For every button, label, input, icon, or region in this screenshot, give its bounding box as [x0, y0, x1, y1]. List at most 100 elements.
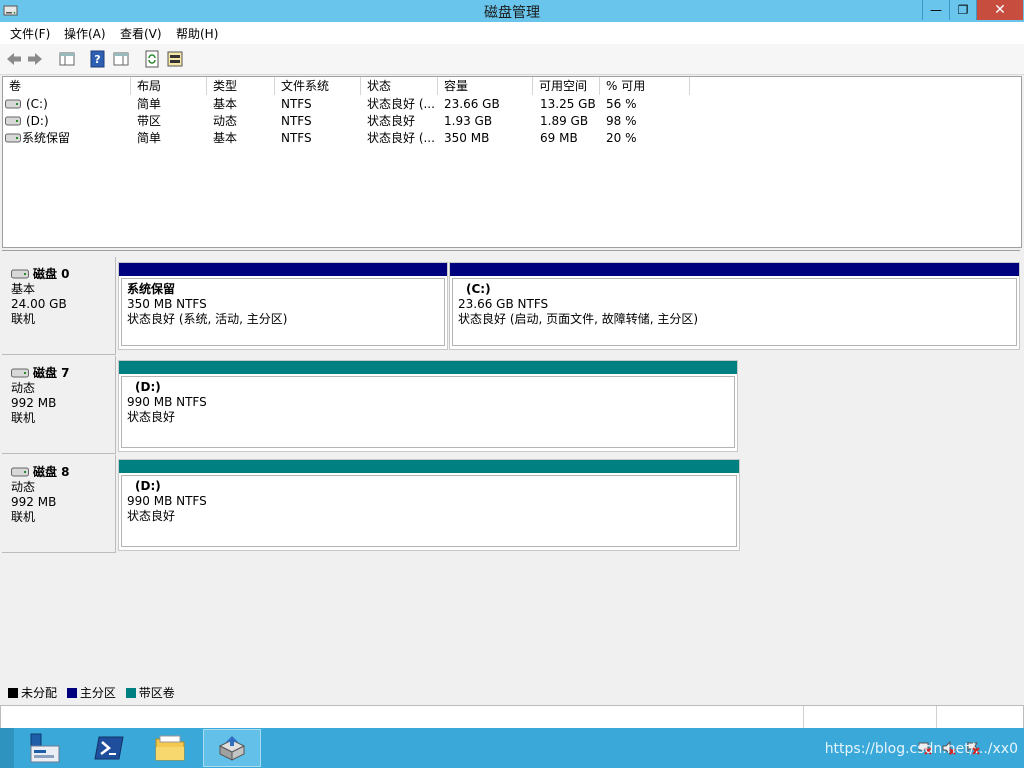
- volume-percent-free: 98 %: [606, 114, 637, 128]
- refresh-icon[interactable]: [143, 50, 161, 68]
- partition-size: 990 MB NTFS: [127, 494, 207, 508]
- minimize-button[interactable]: —: [922, 0, 949, 20]
- column-header-free-space[interactable]: 可用空间: [533, 77, 600, 95]
- partition-status: 状态良好 (系统, 活动, 主分区): [127, 312, 288, 326]
- rescan-disks-icon[interactable]: [166, 50, 184, 68]
- table-row[interactable]: [3, 113, 703, 129]
- console-tree-icon[interactable]: [58, 50, 76, 68]
- volume-percent-free: 56 %: [606, 97, 637, 111]
- start-button[interactable]: [0, 728, 14, 768]
- volume-type: 基本: [213, 97, 238, 111]
- disk-status: 联机: [11, 411, 36, 425]
- volume-filesystem: NTFS: [281, 131, 312, 145]
- partition-color-bar: [450, 263, 1019, 276]
- restore-button[interactable]: ❐: [949, 0, 976, 20]
- legend-swatch-striped: [125, 688, 136, 698]
- menu-file[interactable]: 文件(F): [10, 25, 50, 42]
- volume-status: 状态良好 (...: [367, 97, 435, 111]
- partition-c[interactable]: (C:) 23.66 GB NTFS 状态良好 (启动, 页面文件, 故障转储,…: [449, 262, 1020, 350]
- volume-capacity: 1.93 GB: [444, 114, 493, 128]
- partition-color-bar: [119, 361, 737, 374]
- disk-type: 基本: [11, 282, 36, 296]
- table-row[interactable]: [3, 96, 703, 112]
- taskbar-file-explorer[interactable]: [141, 729, 199, 767]
- column-header-status[interactable]: 状态: [361, 77, 438, 95]
- partition-label: 系统保留: [127, 282, 176, 296]
- legend-label: 未分配: [21, 686, 58, 700]
- volume-status: 状态良好: [367, 114, 416, 128]
- column-header-type[interactable]: 类型: [207, 77, 275, 95]
- partition-status: 状态良好: [127, 410, 176, 424]
- forward-arrow-icon[interactable]: [26, 50, 44, 68]
- partition-size: 23.66 GB NTFS: [458, 297, 549, 311]
- legend-label: 主分区: [79, 686, 116, 700]
- column-header-percent-free[interactable]: % 可用: [600, 77, 690, 95]
- legend-swatch-unallocated: [8, 688, 18, 698]
- close-button[interactable]: ✕: [976, 0, 1023, 20]
- partition-size: 350 MB NTFS: [127, 297, 207, 311]
- help-icon[interactable]: ?: [89, 50, 107, 68]
- disk-label-7[interactable]: 磁盘 7 动态 992 MB 联机: [2, 356, 116, 454]
- partition-color-bar: [119, 460, 739, 473]
- disk-size: 992 MB: [11, 495, 57, 509]
- properties-icon[interactable]: [112, 50, 130, 68]
- partition-label: (C:): [466, 282, 491, 296]
- disk-size: 24.00 GB: [11, 297, 67, 311]
- window-title: 磁盘管理: [484, 5, 540, 21]
- disk-status: 联机: [11, 312, 36, 326]
- disk-name: 磁盘 7: [33, 366, 70, 380]
- menu-view[interactable]: 查看(V): [120, 25, 162, 42]
- server-manager-icon: [30, 733, 60, 763]
- partition-label: (D:): [135, 479, 161, 493]
- legend: 未分配 主分区 带区卷: [2, 684, 1020, 704]
- disk-drive-icon: [11, 368, 29, 378]
- volume-name: 系统保留: [22, 131, 71, 145]
- volume-capacity: 23.66 GB: [444, 97, 500, 111]
- powershell-icon: [94, 736, 124, 760]
- disk-status: 联机: [11, 510, 36, 524]
- disk-name: 磁盘 8: [33, 465, 70, 479]
- drive-icon: [5, 133, 21, 143]
- taskbar-powershell[interactable]: [80, 729, 138, 767]
- partition-label: (D:): [135, 380, 161, 394]
- volume-filesystem: NTFS: [281, 114, 312, 128]
- volume-free-space: 1.89 GB: [540, 114, 589, 128]
- disk-label-0[interactable]: 磁盘 0 基本 24.00 GB 联机: [2, 257, 116, 355]
- volume-layout: 简单: [137, 131, 162, 145]
- status-bar: [0, 705, 1024, 729]
- taskbar-server-manager[interactable]: [16, 729, 74, 767]
- legend-label: 带区卷: [138, 686, 175, 700]
- column-header-volume[interactable]: 卷: [3, 77, 131, 95]
- volume-free-space: 13.25 GB: [540, 97, 596, 111]
- volume-filesystem: NTFS: [281, 97, 312, 111]
- back-arrow-icon[interactable]: [5, 50, 23, 68]
- partition-d-disk7[interactable]: (D:) 990 MB NTFS 状态良好: [118, 360, 738, 452]
- partition-system-reserved[interactable]: 系统保留 350 MB NTFS 状态良好 (系统, 活动, 主分区): [118, 262, 448, 350]
- column-header-filesystem[interactable]: 文件系统: [275, 77, 361, 95]
- disk-type: 动态: [11, 480, 36, 494]
- file-explorer-icon: [155, 735, 185, 761]
- table-row[interactable]: [3, 130, 703, 146]
- watermark: https://blog.csdn.net/.../xx0: [824, 741, 1018, 757]
- taskbar-disk-management[interactable]: [203, 729, 261, 767]
- legend-swatch-primary: [66, 688, 77, 698]
- disk-label-8[interactable]: 磁盘 8 动态 992 MB 联机: [2, 455, 116, 553]
- volume-status: 状态良好 (...: [367, 131, 435, 145]
- menu-help[interactable]: 帮助(H): [176, 25, 218, 42]
- volume-name: (C:): [26, 97, 48, 111]
- partition-size: 990 MB NTFS: [127, 395, 207, 409]
- partition-color-bar: [119, 263, 447, 276]
- disk-drive-icon: [11, 467, 29, 477]
- disk-drive-icon: [11, 269, 29, 279]
- column-header-layout[interactable]: 布局: [131, 77, 207, 95]
- menu-action[interactable]: 操作(A): [64, 25, 106, 42]
- volume-name: (D:): [26, 114, 49, 128]
- column-header-capacity[interactable]: 容量: [438, 77, 533, 95]
- partition-d-disk8[interactable]: (D:) 990 MB NTFS 状态良好: [118, 459, 740, 551]
- partition-status: 状态良好 (启动, 页面文件, 故障转储, 主分区): [458, 312, 699, 326]
- volume-type: 动态: [213, 114, 238, 128]
- disk-name: 磁盘 0: [33, 267, 70, 281]
- volume-type: 基本: [213, 131, 238, 145]
- drive-icon: [5, 99, 21, 109]
- partition-status: 状态良好: [127, 509, 176, 523]
